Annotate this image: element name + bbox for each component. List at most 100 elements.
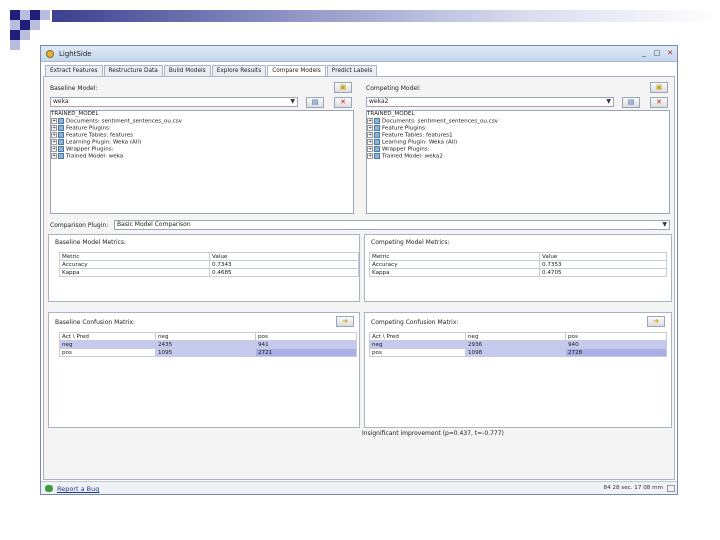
table-header-row: Act \ Pred neg pos: [369, 332, 667, 341]
tree-item[interactable]: + Wrapper Plugins:: [51, 146, 353, 153]
tree-item[interactable]: + Feature Plugins:: [51, 125, 353, 132]
expand-icon[interactable]: +: [367, 139, 373, 145]
app-logo-icon: [46, 50, 54, 58]
table-cell: 2728: [565, 348, 667, 357]
column-header[interactable]: Metric: [369, 252, 540, 261]
expand-icon[interactable]: +: [51, 132, 57, 138]
table-cell: pos: [59, 348, 156, 357]
table-row[interactable]: pos 1095 2721: [59, 348, 357, 357]
expand-icon[interactable]: +: [367, 132, 373, 138]
tree-item[interactable]: + Feature Plugins:: [367, 125, 669, 132]
tree-item[interactable]: + Learning Plugin: Weka (All): [367, 139, 669, 146]
deco-square: [10, 20, 20, 30]
table-cell: Kappa: [369, 268, 540, 277]
tree-item[interactable]: + Feature Tables: features: [51, 132, 353, 139]
competing-delete-button[interactable]: ✕: [650, 97, 668, 108]
tree-item[interactable]: + Trained Model: weka: [51, 153, 353, 160]
table-row[interactable]: Accuracy 0.7353: [369, 260, 667, 269]
table-row[interactable]: neg 2936 940: [369, 340, 667, 349]
deco-square: [20, 30, 30, 40]
tab-predict-labels[interactable]: Predict Labels: [326, 65, 378, 76]
expand-icon[interactable]: +: [51, 139, 57, 145]
tree-item[interactable]: + Documents: sentiment_sentences_ou.csv: [51, 118, 353, 125]
competing-model-select[interactable]: weka2 ▼: [366, 97, 614, 107]
competing-open-button[interactable]: ▣: [650, 82, 668, 93]
document-icon: [58, 118, 64, 124]
tab-build-models[interactable]: Build Models: [163, 65, 211, 76]
table-header-row: Act \ Pred neg pos: [59, 332, 357, 341]
minimize-button[interactable]: _: [638, 49, 650, 58]
table-cell: 941: [255, 340, 357, 349]
chevron-down-icon: ▼: [662, 221, 667, 228]
tree-root[interactable]: TRAINED_MODEL: [51, 111, 353, 118]
table-cell: 2936: [465, 340, 566, 349]
expand-icon[interactable]: +: [367, 146, 373, 152]
column-header[interactable]: pos: [565, 332, 667, 341]
maximize-button[interactable]: □: [651, 49, 663, 58]
expand-icon[interactable]: +: [51, 153, 57, 159]
plugin-icon: [374, 125, 380, 131]
column-header[interactable]: neg: [155, 332, 256, 341]
column-header[interactable]: pos: [255, 332, 357, 341]
deco-square: [10, 40, 20, 50]
column-header[interactable]: Value: [539, 252, 667, 261]
table-row[interactable]: Kappa 0.4685: [59, 268, 359, 277]
expand-icon[interactable]: +: [367, 118, 373, 124]
column-header[interactable]: Value: [209, 252, 359, 261]
baseline-open-button[interactable]: ▣: [334, 82, 352, 93]
plugin-icon: [58, 125, 64, 131]
competing-save-button[interactable]: ▤: [622, 97, 640, 108]
comparison-plugin-select[interactable]: Basic Model Comparison ▼: [114, 220, 670, 230]
expand-icon[interactable]: +: [367, 125, 373, 131]
bug-icon[interactable]: [45, 485, 53, 492]
competing-confusion-panel: Competing Confusion Matrix: ➜ Act \ Pred…: [364, 312, 672, 428]
tree-item[interactable]: + Wrapper Plugins:: [367, 146, 669, 153]
tab-extract-features[interactable]: Extract Features: [45, 65, 103, 76]
table-header-row: Metric Value: [59, 252, 359, 261]
delete-icon: ✕: [656, 98, 662, 106]
folder-open-icon: ▣: [655, 83, 663, 91]
column-header[interactable]: neg: [465, 332, 566, 341]
competing-model-tree: TRAINED_MODEL + Documents: sentiment_sent…: [366, 110, 670, 214]
resize-grip-icon[interactable]: [667, 485, 675, 492]
competing-export-button[interactable]: ➜: [647, 316, 665, 327]
app-window: LightSide _ □ ✕ Extract Features Restruc…: [40, 45, 678, 495]
expand-icon[interactable]: +: [367, 153, 373, 159]
baseline-export-button[interactable]: ➜: [336, 316, 354, 327]
tab-restructure-data[interactable]: Restructure Data: [103, 65, 163, 76]
table-row[interactable]: Accuracy 0.7343: [59, 260, 359, 269]
column-header[interactable]: Metric: [59, 252, 210, 261]
tab-compare-models[interactable]: Compare Models: [267, 65, 326, 76]
compare-models-panel: Baseline Model: ▣ weka ▼ ▤ ✕ TRAINED_MODE…: [43, 76, 675, 480]
tree-item[interactable]: + Feature Tables: features1: [367, 132, 669, 139]
delete-icon: ✕: [340, 98, 346, 106]
table-cell: 0.7353: [539, 260, 667, 269]
deco-square: [20, 10, 30, 20]
tree-item[interactable]: + Learning Plugin: Weka (All): [51, 139, 353, 146]
tree-item[interactable]: + Documents: sentiment_sentences_ou.csv: [367, 118, 669, 125]
baseline-model-select[interactable]: weka ▼: [50, 97, 298, 107]
model-icon: [58, 153, 64, 159]
baseline-confusion-table: Act \ Pred neg pos neg 2435 941 pos 1095…: [59, 332, 357, 357]
table-row[interactable]: pos 1098 2728: [369, 348, 667, 357]
close-button[interactable]: ✕: [664, 49, 676, 58]
save-icon: ▤: [627, 98, 635, 106]
expand-icon[interactable]: +: [51, 146, 57, 152]
table-row[interactable]: neg 2435 941: [59, 340, 357, 349]
expand-icon[interactable]: +: [51, 125, 57, 131]
report-bug-link[interactable]: Report a Bug: [57, 485, 99, 493]
baseline-metrics-table: Metric Value Accuracy 0.7343 Kappa 0.468…: [59, 252, 359, 277]
competing-confusion-title: Competing Confusion Matrix:: [371, 319, 459, 326]
table-icon: [374, 132, 380, 138]
baseline-delete-button[interactable]: ✕: [334, 97, 352, 108]
tab-explore-results[interactable]: Explore Results: [211, 65, 267, 76]
comparison-plugin-label: Comparison Plugin:: [50, 222, 109, 229]
tree-item[interactable]: + Trained Model: weka2: [367, 153, 669, 160]
wrapper-icon: [374, 146, 380, 152]
column-header[interactable]: Act \ Pred: [59, 332, 156, 341]
expand-icon[interactable]: +: [51, 118, 57, 124]
tree-root[interactable]: TRAINED_MODEL: [367, 111, 669, 118]
table-row[interactable]: Kappa 0.4705: [369, 268, 667, 277]
baseline-save-button[interactable]: ▤: [306, 97, 324, 108]
column-header[interactable]: Act \ Pred: [369, 332, 466, 341]
